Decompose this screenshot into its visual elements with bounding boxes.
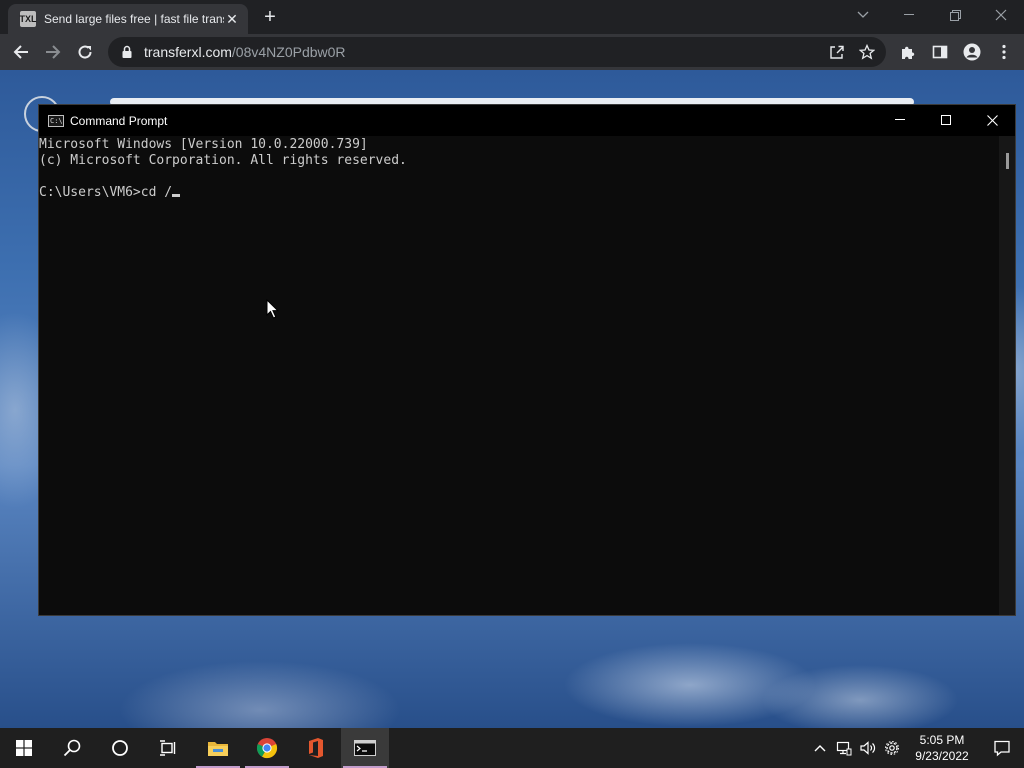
tab-close-icon[interactable]: ✕	[224, 11, 240, 27]
lock-icon[interactable]	[120, 45, 134, 59]
tab-title: Send large files free | fast file transf…	[44, 12, 224, 26]
cmd-window-title: Command Prompt	[70, 113, 168, 128]
search-icon[interactable]	[48, 728, 96, 768]
cmd-close-button[interactable]	[969, 105, 1015, 135]
clock-time: 5:05 PM	[919, 733, 965, 747]
terminal-line: (c) Microsoft Corporation. All rights re…	[39, 153, 407, 168]
settings-gear-icon[interactable]	[880, 728, 904, 768]
address-bar[interactable]: transferxl.com/08v4NZ0Pdbw0R	[108, 37, 886, 67]
mouse-pointer-icon	[266, 299, 279, 319]
terminal-output[interactable]: Microsoft Windows [Version 10.0.22000.73…	[39, 136, 999, 615]
cmd-maximize-button[interactable]	[923, 105, 969, 135]
reload-icon[interactable]	[72, 39, 98, 65]
browser-tab[interactable]: TXL Send large files free | fast file tr…	[8, 4, 248, 34]
file-explorer-folder-icon[interactable]	[194, 728, 242, 768]
browser-window-controls	[840, 0, 1024, 30]
volume-speaker-icon[interactable]	[856, 728, 880, 768]
command-prompt-taskbar-button[interactable]	[341, 728, 389, 768]
chevron-up-icon[interactable]	[808, 728, 832, 768]
tab-search-icon[interactable]	[840, 0, 886, 30]
bookmark-star-icon[interactable]	[856, 41, 878, 63]
new-tab-button[interactable]: +	[258, 6, 282, 30]
cmd-app-icon: C:\	[48, 114, 64, 127]
terminal-line: Microsoft Windows [Version 10.0.22000.73…	[39, 137, 368, 152]
browser-restore-button[interactable]	[932, 0, 978, 30]
terminal-prompt-text: C:\Users\VM6>cd /	[39, 185, 173, 200]
site-favicon-icon: TXL	[20, 11, 37, 27]
url-path: /08v4NZ0Pdbw0R	[231, 44, 346, 60]
command-prompt-window[interactable]: C:\ Command Prompt Microsoft Windows [Ve…	[38, 104, 1016, 616]
browser-toolbar: transferxl.com/08v4NZ0Pdbw0R	[0, 34, 1024, 70]
terminal-prompt-line[interactable]: C:\Users\VM6>cd /	[39, 185, 999, 201]
notification-center-icon[interactable]	[980, 728, 1024, 768]
chrome-icon[interactable]	[243, 728, 291, 768]
cmd-title-bar[interactable]: C:\ Command Prompt	[39, 105, 1015, 136]
network-icon[interactable]	[832, 728, 856, 768]
task-view-icon[interactable]	[144, 728, 192, 768]
cmd-minimize-button[interactable]	[877, 105, 923, 135]
taskbar-clock[interactable]: 5:05 PM 9/23/2022	[904, 732, 980, 764]
taskbar: 5:05 PM 9/23/2022	[0, 728, 1024, 768]
cmd-scrollbar-thumb[interactable]	[1006, 153, 1009, 169]
forward-arrow-icon[interactable]	[40, 39, 66, 65]
office-icon[interactable]	[292, 728, 340, 768]
cortana-circle-icon[interactable]	[96, 728, 144, 768]
back-arrow-icon[interactable]	[8, 39, 34, 65]
browser-close-button[interactable]	[978, 0, 1024, 30]
browser-minimize-button[interactable]	[886, 0, 932, 30]
cmd-scrollbar[interactable]	[999, 136, 1015, 615]
extensions-puzzle-icon[interactable]	[892, 39, 924, 65]
share-icon[interactable]	[826, 41, 848, 63]
profile-avatar-icon[interactable]	[956, 39, 988, 65]
browser-menu-kebab-icon[interactable]	[988, 39, 1020, 65]
browser-tab-strip: TXL Send large files free | fast file tr…	[0, 0, 1024, 34]
text-cursor	[172, 194, 181, 197]
side-panel-icon[interactable]	[924, 39, 956, 65]
system-tray: 5:05 PM 9/23/2022	[808, 728, 1024, 768]
url-host: transferxl.com	[144, 44, 232, 60]
clock-date: 9/23/2022	[915, 749, 969, 763]
start-windows-icon[interactable]	[0, 728, 48, 768]
